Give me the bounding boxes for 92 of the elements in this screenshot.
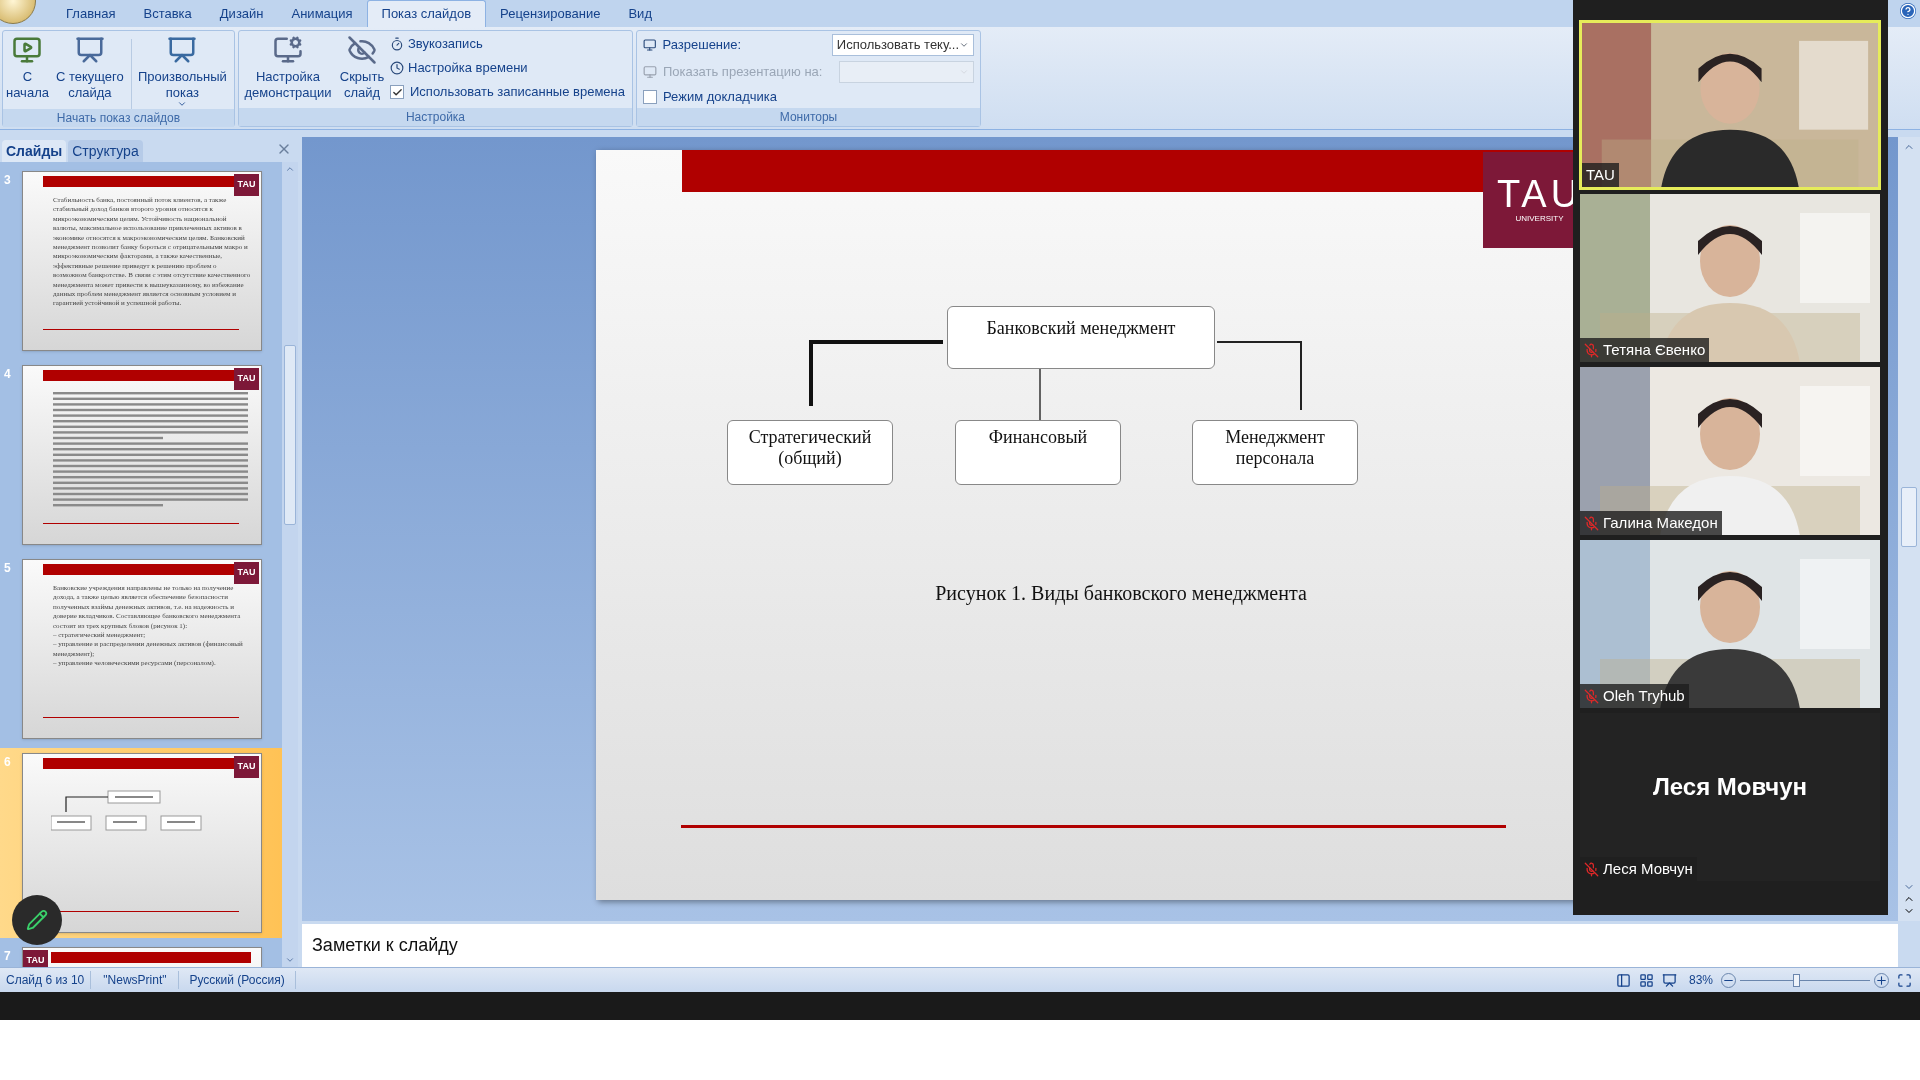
ribbon-button[interactable]: С начала xyxy=(6,31,49,101)
video-tile[interactable]: Тетяна Євенко xyxy=(1579,193,1881,363)
scrollbar[interactable] xyxy=(282,162,298,967)
ribbon-tab[interactable]: Вставка xyxy=(129,0,206,27)
monitor-icon xyxy=(643,65,657,79)
slide-number: 6 xyxy=(4,754,12,771)
ribbon-tab[interactable]: Анимация xyxy=(277,0,367,27)
checkbox-label: Режим докладчика xyxy=(663,88,777,107)
logo-badge: TAU xyxy=(234,368,259,390)
diagram-node: Банковский менеджмент xyxy=(947,306,1215,369)
fit-window-icon[interactable] xyxy=(1897,972,1912,988)
status-text: Слайд 6 из 10 xyxy=(0,971,92,989)
zoom-level[interactable]: 83% xyxy=(1680,971,1721,989)
slide-number: 3 xyxy=(4,172,12,189)
muted-mic-icon xyxy=(1584,688,1599,704)
slider-thumb[interactable] xyxy=(1792,973,1800,987)
slide-sorter-icon[interactable] xyxy=(1638,972,1654,988)
pen-icon xyxy=(26,909,48,931)
dropdown-field[interactable]: Использовать теку... xyxy=(831,34,974,56)
help-icon[interactable] xyxy=(1900,3,1916,19)
zoom-slider[interactable] xyxy=(1740,973,1870,987)
status-text: Русский (Россия) xyxy=(179,971,296,989)
video-tile[interactable]: Леся Мовчун Леся Мовчун xyxy=(1579,712,1881,882)
participant-name-label: Oleh Tryhub xyxy=(1580,684,1689,708)
projector-list-icon xyxy=(167,35,198,65)
participant-name-label: Галина Македон xyxy=(1580,511,1722,535)
muted-mic-icon xyxy=(1584,342,1599,358)
ribbon-tab[interactable]: Показ слайдов xyxy=(366,0,487,27)
checkbox[interactable] xyxy=(643,90,657,104)
notes-field[interactable]: Заметки к слайду xyxy=(302,921,1898,967)
status-text: "NewsPrint" xyxy=(91,971,180,989)
scroll-up-icon[interactable] xyxy=(285,164,295,174)
diagram-node: Стратегический (общий) xyxy=(727,420,893,485)
diagram-node: Менеджмент персонала xyxy=(1192,420,1358,485)
ribbon-button[interactable]: Настройка демонстрации xyxy=(242,31,334,101)
field-label: Показать презентацию на: xyxy=(663,63,824,82)
ribbon-tab[interactable]: Вид xyxy=(614,0,666,27)
muted-mic-icon xyxy=(1584,861,1599,877)
ribbon-button[interactable]: Скрыть слайд xyxy=(338,31,386,101)
group-title: Мониторы xyxy=(637,108,980,126)
scroll-down-icon[interactable] xyxy=(285,955,295,965)
logo-badge: TAU xyxy=(234,756,259,778)
scrollbar[interactable] xyxy=(1898,137,1920,921)
group-title: Начать показ слайдов xyxy=(3,109,234,127)
connector-line xyxy=(1039,368,1041,421)
timer-icon xyxy=(390,37,404,51)
field-label: Разрешение: xyxy=(662,36,743,55)
caret-icon xyxy=(959,40,969,50)
diagram-node: Финансовый xyxy=(955,420,1121,485)
hidden-slide-icon xyxy=(347,35,377,65)
scroll-thumb[interactable] xyxy=(284,344,296,525)
slide-number: 7 xyxy=(4,948,12,965)
logo-badge: TAU xyxy=(23,950,48,967)
slide-number: 5 xyxy=(4,560,12,577)
logo-badge: TAU xyxy=(234,174,259,196)
participant-name-label: Леся Мовчун xyxy=(1580,857,1697,881)
ribbon-tab[interactable]: Дизайн xyxy=(205,0,278,27)
muted-mic-icon xyxy=(1584,515,1599,531)
participant-name-label: Тетяна Євенко xyxy=(1580,338,1710,362)
participant-display-name: Леся Мовчун xyxy=(1651,772,1809,802)
panel-tab[interactable]: Слайды xyxy=(2,140,67,162)
video-tile[interactable]: Галина Македон xyxy=(1579,366,1881,536)
figure-caption: Рисунок 1. Виды банковского менеджмента xyxy=(934,581,1308,607)
normal-view-icon[interactable] xyxy=(1615,972,1631,988)
slide-thumbnail[interactable]: TAU xyxy=(22,947,262,967)
slide-thumbnail[interactable]: TAU xyxy=(22,753,262,933)
logo-badge: TAU xyxy=(234,562,259,584)
ribbon-command[interactable]: Звукозапись xyxy=(390,35,625,53)
participant-name-label: TAU xyxy=(1582,163,1619,187)
video-tile[interactable]: Oleh Tryhub xyxy=(1579,539,1881,709)
monitor-icon xyxy=(643,38,657,52)
checkbox-label: Использовать записанные времена xyxy=(410,83,625,102)
ribbon-tab[interactable]: Рецензирование xyxy=(486,0,615,27)
ribbon-command[interactable]: Настройка времени xyxy=(390,59,625,77)
projector-play-icon xyxy=(12,35,43,65)
slide-number: 4 xyxy=(4,366,12,383)
dropdown-field[interactable] xyxy=(839,61,974,83)
video-tile[interactable]: TAU xyxy=(1579,20,1881,190)
group-title: Настройка xyxy=(239,108,632,126)
ribbon-tab[interactable]: Главная xyxy=(52,0,130,27)
ribbon-button[interactable]: Произвольный показ xyxy=(133,31,231,109)
projector-settings-icon xyxy=(273,35,303,65)
checkbox[interactable] xyxy=(390,85,404,99)
slide-thumbnail[interactable] xyxy=(22,171,262,351)
slide-thumbnail[interactable] xyxy=(22,559,262,739)
panel-tab[interactable]: Структура xyxy=(68,140,143,162)
slide-thumbnail[interactable]: TAU xyxy=(22,365,262,545)
clock-icon xyxy=(390,61,404,75)
slideshow-icon[interactable] xyxy=(1661,972,1677,988)
projector-icon xyxy=(74,35,105,65)
ribbon-button[interactable]: С текущего слайда xyxy=(50,31,129,101)
scroll-thumb[interactable] xyxy=(1901,487,1917,547)
